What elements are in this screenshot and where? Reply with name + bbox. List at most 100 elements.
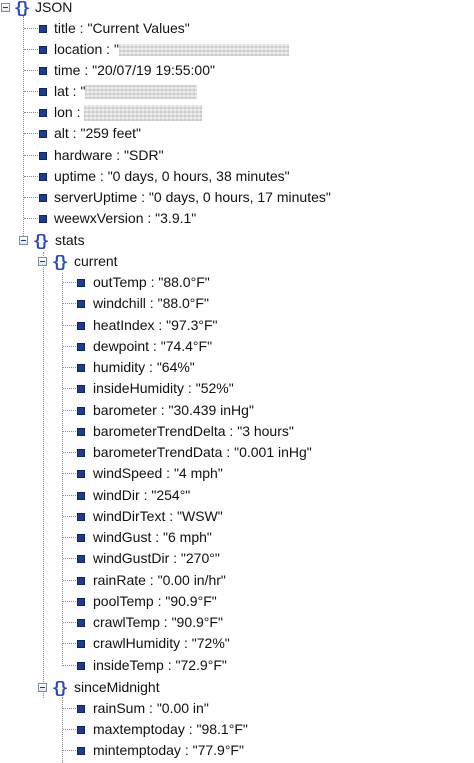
- leaf-text: windGust : "6 mph": [93, 529, 212, 545]
- leaf-text: windchill : "88.0°F": [93, 295, 209, 311]
- tree-node-since-midnight[interactable]: {} sinceMidnight: [0, 677, 474, 698]
- branch-line: [63, 325, 76, 326]
- leaf-text: hardware : "SDR": [54, 147, 164, 163]
- tree-leaf-max-temp-today[interactable]: maxtemptoday : "98.1°F": [0, 719, 474, 740]
- leaf-square-icon: [77, 534, 85, 542]
- tree-node-current[interactable]: {} current: [0, 251, 474, 272]
- tree-leaf-wind-gust[interactable]: windGust : "6 mph": [0, 527, 474, 548]
- collapse-toggle-icon[interactable]: [38, 683, 47, 692]
- branch-line: [63, 601, 76, 602]
- tree-leaf-crawl-humidity[interactable]: crawlHumidity : "72%": [0, 633, 474, 654]
- leaf-square-icon: [77, 619, 85, 627]
- tree-leaf-barometer-trend-delta[interactable]: barometerTrendDelta : "3 hours": [0, 421, 474, 442]
- branch-line: [63, 622, 76, 623]
- tree-node-stats[interactable]: {} stats: [0, 230, 474, 251]
- leaf-square-icon: [77, 470, 85, 478]
- leaf-square-icon: [39, 88, 47, 96]
- branch-line: [63, 410, 76, 411]
- leaf-square-icon: [77, 300, 85, 308]
- leaf-square-icon: [39, 109, 47, 117]
- leaf-text: lon :: [54, 102, 203, 123]
- tree-leaf-wind-gust-dir[interactable]: windGustDir : "270°": [0, 548, 474, 569]
- node-label-current: current: [74, 253, 118, 269]
- branch-line: [63, 431, 76, 432]
- collapse-toggle-icon[interactable]: [38, 257, 47, 266]
- leaf-square-icon: [77, 662, 85, 670]
- tree-leaf-wind-speed[interactable]: windSpeed : "4 mph": [0, 463, 474, 484]
- branch-line: [63, 558, 76, 559]
- tree-leaf-min-temp-today[interactable]: mintemptoday : "77.9°F": [0, 740, 474, 761]
- tree-leaf-humidity[interactable]: humidity : "64%": [0, 357, 474, 378]
- tree-leaf-time[interactable]: time : "20/07/19 19:55:00": [0, 60, 474, 81]
- tree-leaf-location[interactable]: location : ": [0, 39, 474, 60]
- tree-leaf-windchill[interactable]: windchill : "88.0°F": [0, 293, 474, 314]
- leaf-square-icon: [77, 364, 85, 372]
- branch-line: [63, 495, 76, 496]
- leaf-square-icon: [39, 215, 47, 223]
- collapse-toggle-icon[interactable]: [19, 236, 28, 245]
- branch-line: [63, 452, 76, 453]
- leaf-text: crawlHumidity : "72%": [93, 635, 230, 651]
- branch-line: [63, 367, 76, 368]
- tree-leaf-inside-temp[interactable]: insideTemp : "72.9°F": [0, 655, 474, 676]
- tree-leaf-lat[interactable]: lat : ": [0, 81, 474, 102]
- branch-line: [24, 197, 38, 198]
- branch-line: [24, 133, 38, 134]
- tree-leaf-barometer-trend-data[interactable]: barometerTrendData : "0.001 inHg": [0, 442, 474, 463]
- leaf-text: rainRate : "0.00 in/hr": [93, 572, 226, 588]
- leaf-square-icon: [77, 428, 85, 436]
- tree-leaf-lon[interactable]: lon :: [0, 102, 474, 123]
- json-tree-view: {} JSON title : "Current Values" locatio…: [0, 0, 474, 763]
- leaf-square-icon: [39, 46, 47, 54]
- branch-line: [63, 516, 76, 517]
- tree-leaf-weewx-version[interactable]: weewxVersion : "3.9.1": [0, 208, 474, 229]
- leaf-square-icon: [77, 492, 85, 500]
- leaf-square-icon: [77, 322, 85, 330]
- leaf-text: rainSum : "0.00 in": [93, 700, 209, 716]
- node-label-json: JSON: [35, 0, 73, 15]
- tree-leaf-wind-dir-text[interactable]: windDirText : "WSW": [0, 506, 474, 527]
- leaf-text: uptime : "0 days, 0 hours, 38 minutes": [54, 168, 290, 184]
- leaf-square-icon: [77, 407, 85, 415]
- tree-node-root[interactable]: {} JSON: [0, 0, 474, 18]
- node-label-stats: stats: [55, 232, 85, 248]
- tree-leaf-uptime[interactable]: uptime : "0 days, 0 hours, 38 minutes": [0, 166, 474, 187]
- branch-line: [63, 282, 76, 283]
- leaf-text: heatIndex : "97.3°F": [93, 317, 218, 333]
- branch-line: [24, 49, 38, 50]
- tree-leaf-rain-rate[interactable]: rainRate : "0.00 in/hr": [0, 570, 474, 591]
- leaf-text: insideTemp : "72.9°F": [93, 657, 227, 673]
- tree-leaf-crawl-temp[interactable]: crawlTemp : "90.9°F": [0, 612, 474, 633]
- tree-leaf-rain-sum[interactable]: rainSum : "0.00 in": [0, 698, 474, 719]
- redacted-value: [118, 44, 289, 57]
- tree-leaf-barometer[interactable]: barometer : "30.439 inHg": [0, 400, 474, 421]
- tree-leaf-title[interactable]: title : "Current Values": [0, 18, 474, 39]
- branch-line: [24, 91, 38, 92]
- leaf-text: barometerTrendData : "0.001 inHg": [93, 444, 312, 460]
- leaf-square-icon: [39, 194, 47, 202]
- tree-leaf-pool-temp[interactable]: poolTemp : "90.9°F": [0, 591, 474, 612]
- leaf-text: location : ": [54, 39, 289, 60]
- tree-leaf-out-temp[interactable]: outTemp : "88.0°F": [0, 272, 474, 293]
- leaf-square-icon: [77, 279, 85, 287]
- tree-leaf-server-uptime[interactable]: serverUptime : "0 days, 0 hours, 17 minu…: [0, 187, 474, 208]
- tree-leaf-hardware[interactable]: hardware : "SDR": [0, 145, 474, 166]
- collapse-toggle-icon[interactable]: [1, 3, 10, 12]
- branch-line: [63, 346, 76, 347]
- branch-line: [24, 70, 38, 71]
- branch-line: [63, 388, 76, 389]
- leaf-square-icon: [39, 173, 47, 181]
- tree-leaf-alt[interactable]: alt : "259 feet": [0, 123, 474, 144]
- leaf-square-icon: [77, 449, 85, 457]
- branch-line: [63, 643, 76, 644]
- branch-line: [24, 218, 38, 219]
- branch-line: [63, 729, 76, 730]
- tree-leaf-dewpoint[interactable]: dewpoint : "74.4°F": [0, 336, 474, 357]
- tree-leaf-heat-index[interactable]: heatIndex : "97.3°F": [0, 315, 474, 336]
- tree-leaf-wind-dir[interactable]: windDir : "254°": [0, 485, 474, 506]
- leaf-text: alt : "259 feet": [54, 125, 142, 141]
- branch-line: [63, 580, 76, 581]
- redacted-value: [84, 105, 203, 122]
- branch-line: [63, 708, 76, 709]
- tree-leaf-inside-humidity[interactable]: insideHumidity : "52%": [0, 378, 474, 399]
